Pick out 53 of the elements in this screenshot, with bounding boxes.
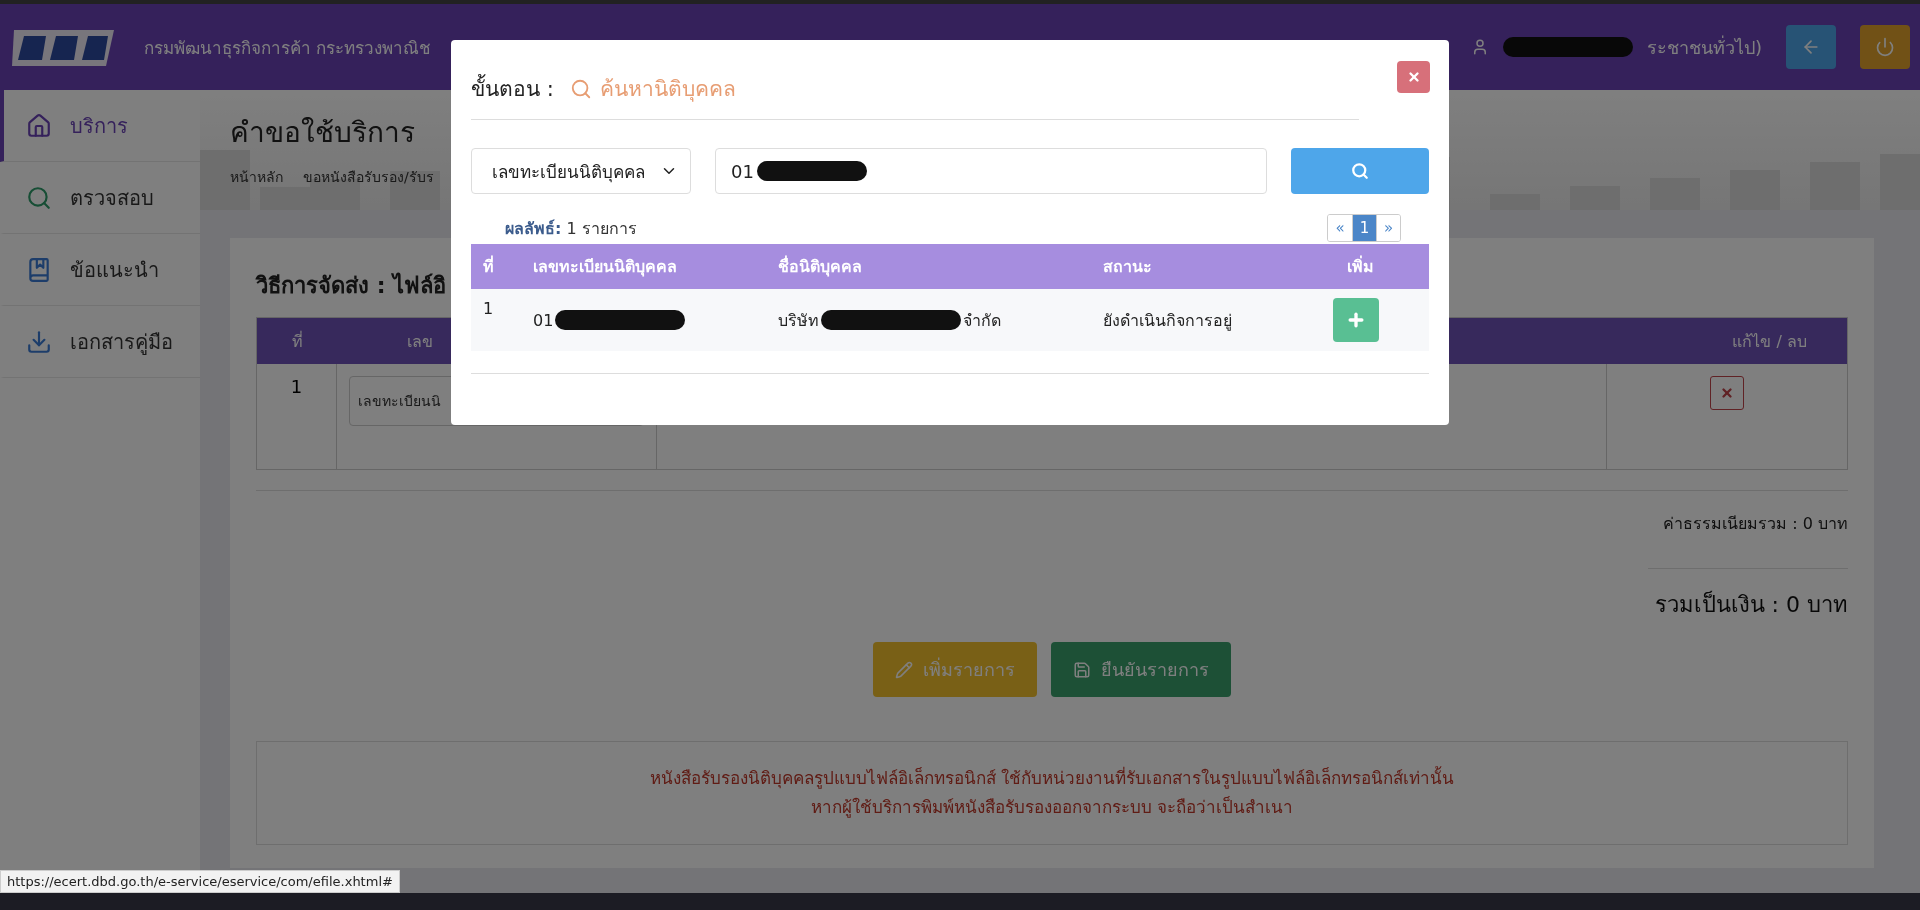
column-header: เลขทะเบียนนิติบุคคล xyxy=(533,256,678,279)
search-icon xyxy=(26,184,52,211)
add-button[interactable] xyxy=(1333,298,1379,342)
status-url: https://ecert.dbd.go.th/e-service/eservice/com/efile.xhtml# xyxy=(0,870,400,893)
user-name: ระชาชนทั่วไป) xyxy=(1646,34,1762,60)
search-icon xyxy=(569,77,592,100)
pencil-icon xyxy=(895,660,913,679)
column-header: เพิ่ม xyxy=(1346,254,1375,278)
result-count: ผลลัพธ์: 1 รายการ xyxy=(505,217,637,240)
power-icon xyxy=(1875,37,1895,57)
sidebar-item[interactable]: เอกสารคู่มือ xyxy=(0,306,200,378)
column-header: เลข xyxy=(406,330,434,353)
confirm-button[interactable]: ยืนยันรายการ xyxy=(1051,642,1231,697)
site-title: กรมพัฒนาธุรกิจการค้า กระทรวงพาณิช xyxy=(144,36,432,61)
search-field[interactable]: 01 xyxy=(715,148,1267,194)
page-link[interactable]: » xyxy=(1376,215,1400,241)
row-number: 1 xyxy=(483,298,495,318)
column-header: ที่ xyxy=(483,254,495,278)
home-icon xyxy=(26,112,52,139)
row-number: 1 xyxy=(290,376,303,397)
breadcrumb-link[interactable]: ขอหนังสือรับรอง/รับร xyxy=(303,166,434,188)
column-header: สถานะ xyxy=(1103,256,1153,278)
logout-button[interactable] xyxy=(1860,25,1910,69)
column-header: ที่ xyxy=(290,330,304,353)
close-icon xyxy=(1720,386,1734,400)
step-label: ขั้นตอน : xyxy=(471,72,554,105)
download-icon xyxy=(26,328,52,355)
breadcrumb-link[interactable]: หน้าหลัก xyxy=(230,166,283,188)
notice-text: หากผู้ใช้บริการพิมพ์หนังสือรับรองออกจากระบบ จะถือว่าเป็นสำเนา xyxy=(809,795,1295,820)
notice-text: หนังสือรับรองนิติบุคคลรูปแบบไฟล์อิเล็กทรอนิกส์ ใช้กับหน่วยงานที่รับเอกสารในรูปแบบไฟล์อิเล็กทรอนิกส์เท่านั้น xyxy=(648,765,1456,791)
company-status: ยังดำเนินกิจการอยู่ xyxy=(1103,309,1233,333)
close-icon xyxy=(1406,70,1421,84)
grand-total: รวมเป็นเงิน : 0 บาท xyxy=(1648,568,1848,622)
search-button[interactable] xyxy=(1291,148,1429,194)
column-header: ชื่อนิติบุคคล xyxy=(778,254,863,279)
company-name: จำกัด xyxy=(963,309,1001,332)
sidebar-item[interactable]: ข้อแนะนำ xyxy=(0,234,200,306)
book-icon xyxy=(26,256,52,283)
page-link[interactable]: 1 xyxy=(1352,215,1376,241)
column-header: แก้ไข / ลบ xyxy=(1731,330,1808,353)
search-icon xyxy=(1351,162,1369,180)
back-button[interactable] xyxy=(1786,25,1836,69)
company-name: บริษัท xyxy=(778,309,819,332)
card-title: วิธีการจัดส่ง : ไฟล์อิ xyxy=(256,271,448,300)
close-button[interactable] xyxy=(1397,61,1430,93)
search-type-select[interactable]: เลขทะเบียนนิติบุคคล xyxy=(471,148,691,194)
fee-total: ค่าธรรมเนียมรวม : 0 บาท xyxy=(1662,513,1848,535)
page-title: คำขอใช้บริการ xyxy=(230,115,416,151)
step-title: ค้นหานิติบุคคล xyxy=(599,76,736,104)
plus-icon xyxy=(1346,310,1366,330)
delete-button[interactable] xyxy=(1710,376,1744,410)
save-icon xyxy=(1073,660,1091,679)
registration-number: 01 xyxy=(533,310,554,330)
